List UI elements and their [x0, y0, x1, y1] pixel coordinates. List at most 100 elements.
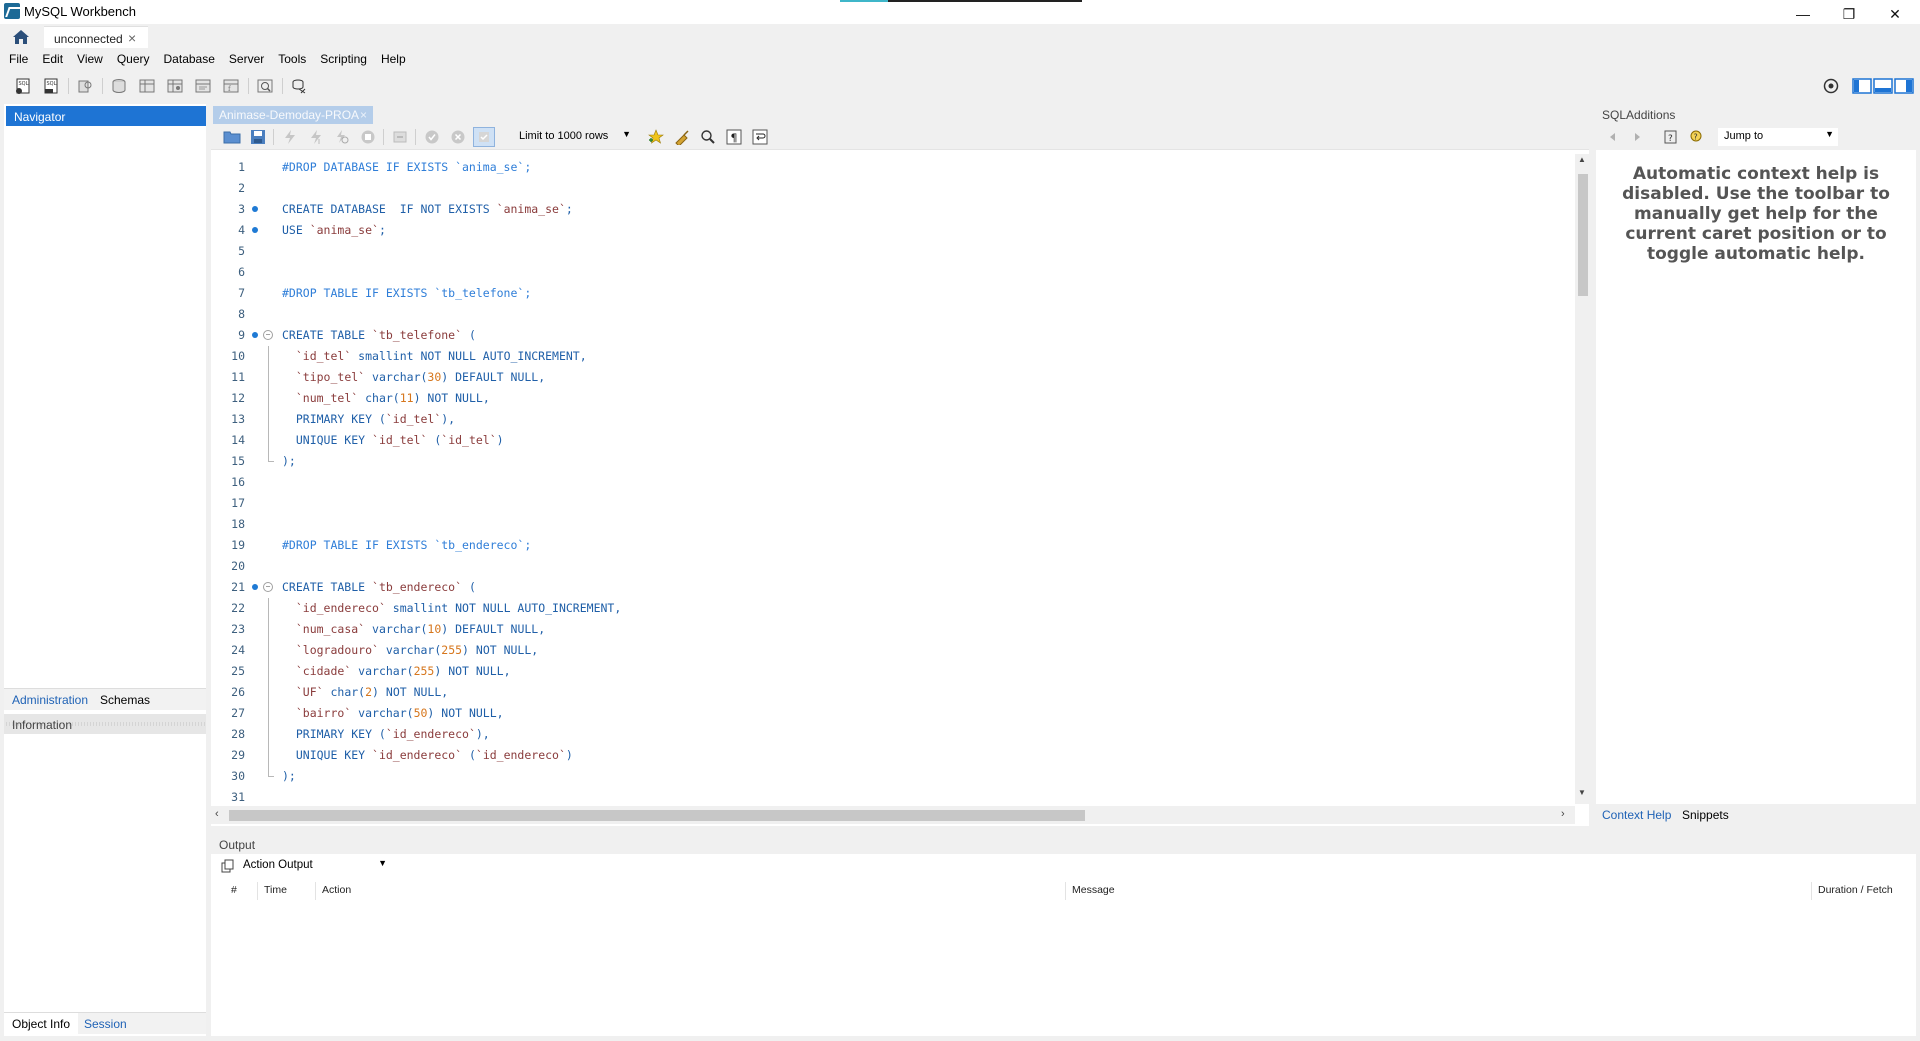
fold-toggle-icon[interactable]: −: [263, 582, 273, 592]
home-button[interactable]: [8, 27, 34, 47]
code-line[interactable]: 23 `num_casa` varchar(10) DEFAULT NULL,: [211, 619, 1573, 640]
code-line[interactable]: 27 `bairro` varchar(50) NOT NULL,: [211, 703, 1573, 724]
menu-help[interactable]: Help: [381, 48, 406, 70]
code-line[interactable]: 18: [211, 514, 1573, 535]
help-back-button[interactable]: [1602, 127, 1624, 147]
code-line[interactable]: 11 `tipo_tel` varchar(30) DEFAULT NULL,: [211, 367, 1573, 388]
tab-object-info[interactable]: Object Info: [4, 1013, 79, 1035]
code-line[interactable]: 21 − CREATE TABLE `tb_endereco` (: [211, 577, 1573, 598]
code-line[interactable]: 7 #DROP TABLE IF EXISTS `tb_telefone`;: [211, 283, 1573, 304]
horizontal-scroll-thumb[interactable]: [229, 810, 1085, 821]
menu-edit[interactable]: Edit: [42, 48, 63, 70]
search-table-data-button[interactable]: [254, 76, 276, 96]
code-line[interactable]: 14 UNIQUE KEY `id_tel` (`id_tel`): [211, 430, 1573, 451]
menu-database[interactable]: Database: [164, 48, 215, 70]
code-line[interactable]: 30);: [211, 766, 1573, 787]
execute-all-button[interactable]: [279, 127, 301, 147]
beautify-button[interactable]: [671, 127, 693, 147]
execute-current-button[interactable]: [305, 127, 327, 147]
scroll-down-arrow-icon[interactable]: ▼: [1578, 788, 1586, 797]
column-header-time[interactable]: Time: [257, 882, 299, 900]
code-line[interactable]: 29 UNIQUE KEY `id_endereco` (`id_enderec…: [211, 745, 1573, 766]
create-function-button[interactable]: f: [220, 76, 242, 96]
tab-administration[interactable]: Administration: [12, 693, 88, 707]
code-line[interactable]: 20: [211, 556, 1573, 577]
open-script-button[interactable]: [221, 127, 243, 147]
close-connection-tab-icon[interactable]: ×: [128, 30, 136, 46]
code-line[interactable]: 22 `id_endereco` smallint NOT NULL AUTO_…: [211, 598, 1573, 619]
copy-output-button[interactable]: [217, 856, 239, 876]
vertical-scroll-thumb[interactable]: [1578, 174, 1588, 296]
inspector-button[interactable]: [74, 76, 96, 96]
help-forward-button[interactable]: [1626, 127, 1648, 147]
code-line[interactable]: 13 PRIMARY KEY (`id_tel`),: [211, 409, 1573, 430]
jump-to-select[interactable]: Jump to ▼: [1718, 128, 1838, 146]
code-line[interactable]: 9 − CREATE TABLE `tb_telefone` (: [211, 325, 1573, 346]
connection-tab[interactable]: unconnected ×: [44, 26, 148, 48]
editor-horizontal-scrollbar[interactable]: ‹ ›: [211, 806, 1575, 824]
code-editor[interactable]: 1 #DROP DATABASE IF EXISTS `anima_se`; 2 3 C…: [211, 154, 1573, 804]
code-line[interactable]: 1 #DROP DATABASE IF EXISTS `anima_se`;: [211, 157, 1573, 178]
code-line[interactable]: 26 `UF` char(2) NOT NULL,: [211, 682, 1573, 703]
tab-session[interactable]: Session: [84, 1017, 127, 1031]
toggle-word-wrap-button[interactable]: [749, 127, 771, 147]
code-line[interactable]: 25 `cidade` varchar(255) NOT NULL,: [211, 661, 1573, 682]
new-sql-tab-button[interactable]: SQL: [12, 76, 34, 96]
autocommit-toggle-button[interactable]: [473, 127, 495, 147]
code-line[interactable]: 3 CREATE DATABASE IF NOT EXISTS `anima_se…: [211, 199, 1573, 220]
stop-query-button[interactable]: [357, 127, 379, 147]
editor-vertical-scrollbar[interactable]: ▲ ▼: [1575, 154, 1589, 804]
limit-rows-select[interactable]: Limit to 1000 rows ▼: [513, 128, 635, 146]
fold-toggle-icon[interactable]: −: [263, 330, 273, 340]
menu-tools[interactable]: Tools: [278, 48, 306, 70]
create-table-button[interactable]: [136, 76, 158, 96]
auto-help-toggle-button[interactable]: ?: [1686, 127, 1708, 147]
menu-view[interactable]: View: [77, 48, 103, 70]
code-line[interactable]: 4 USE `anima_se`;: [211, 220, 1573, 241]
toggle-invisible-chars-button[interactable]: ¶: [723, 127, 745, 147]
create-procedure-button[interactable]: [192, 76, 214, 96]
column-header-message[interactable]: Message: [1065, 882, 1815, 900]
column-header-number[interactable]: #: [225, 882, 255, 900]
add-snippet-button[interactable]: [645, 127, 667, 147]
tab-context-help[interactable]: Context Help: [1602, 808, 1671, 822]
code-line[interactable]: 16: [211, 472, 1573, 493]
tab-snippets[interactable]: Snippets: [1682, 808, 1729, 822]
menu-file[interactable]: File: [9, 48, 28, 70]
tab-schemas[interactable]: Schemas: [100, 693, 150, 707]
scroll-left-arrow-icon[interactable]: ‹: [215, 808, 219, 820]
code-line[interactable]: 17: [211, 493, 1573, 514]
manual-help-button[interactable]: ?: [1660, 127, 1682, 147]
reconnect-button[interactable]: [288, 76, 310, 96]
create-view-button[interactable]: [164, 76, 186, 96]
menu-query[interactable]: Query: [117, 48, 150, 70]
editor-tab[interactable]: Animase-Demoday-PROA ×: [213, 106, 373, 124]
code-line[interactable]: 12 `num_tel` char(11) NOT NULL,: [211, 388, 1573, 409]
column-header-duration[interactable]: Duration / Fetch: [1811, 882, 1915, 900]
panel-layout-toggles[interactable]: [1852, 76, 1916, 96]
code-line[interactable]: 28 PRIMARY KEY (`id_endereco`),: [211, 724, 1573, 745]
save-script-button[interactable]: [247, 127, 269, 147]
column-header-action[interactable]: Action: [315, 882, 1073, 900]
scroll-right-arrow-icon[interactable]: ›: [1561, 808, 1565, 820]
code-line[interactable]: 19 #DROP TABLE IF EXISTS `tb_endereco`;: [211, 535, 1573, 556]
code-line[interactable]: 5: [211, 241, 1573, 262]
commit-button[interactable]: [421, 127, 443, 147]
close-editor-tab-icon[interactable]: ×: [360, 108, 367, 122]
create-schema-button[interactable]: [108, 76, 130, 96]
code-line[interactable]: 15);: [211, 451, 1573, 472]
code-line[interactable]: 31: [211, 787, 1573, 804]
menu-scripting[interactable]: Scripting: [320, 48, 367, 70]
output-type-select[interactable]: Action Output ▼: [241, 857, 391, 875]
rollback-button[interactable]: [447, 127, 469, 147]
menu-server[interactable]: Server: [229, 48, 264, 70]
scroll-up-arrow-icon[interactable]: ▲: [1578, 155, 1586, 164]
code-line[interactable]: 8: [211, 304, 1573, 325]
code-line[interactable]: 2: [211, 178, 1573, 199]
code-line[interactable]: 6: [211, 262, 1573, 283]
toggle-continue-on-error-button[interactable]: [389, 127, 411, 147]
open-sql-script-button[interactable]: SQL: [40, 76, 62, 96]
find-replace-button[interactable]: [697, 127, 719, 147]
code-line[interactable]: 10 `id_tel` smallint NOT NULL AUTO_INCRE…: [211, 346, 1573, 367]
workbench-preferences-button[interactable]: [1820, 76, 1842, 96]
